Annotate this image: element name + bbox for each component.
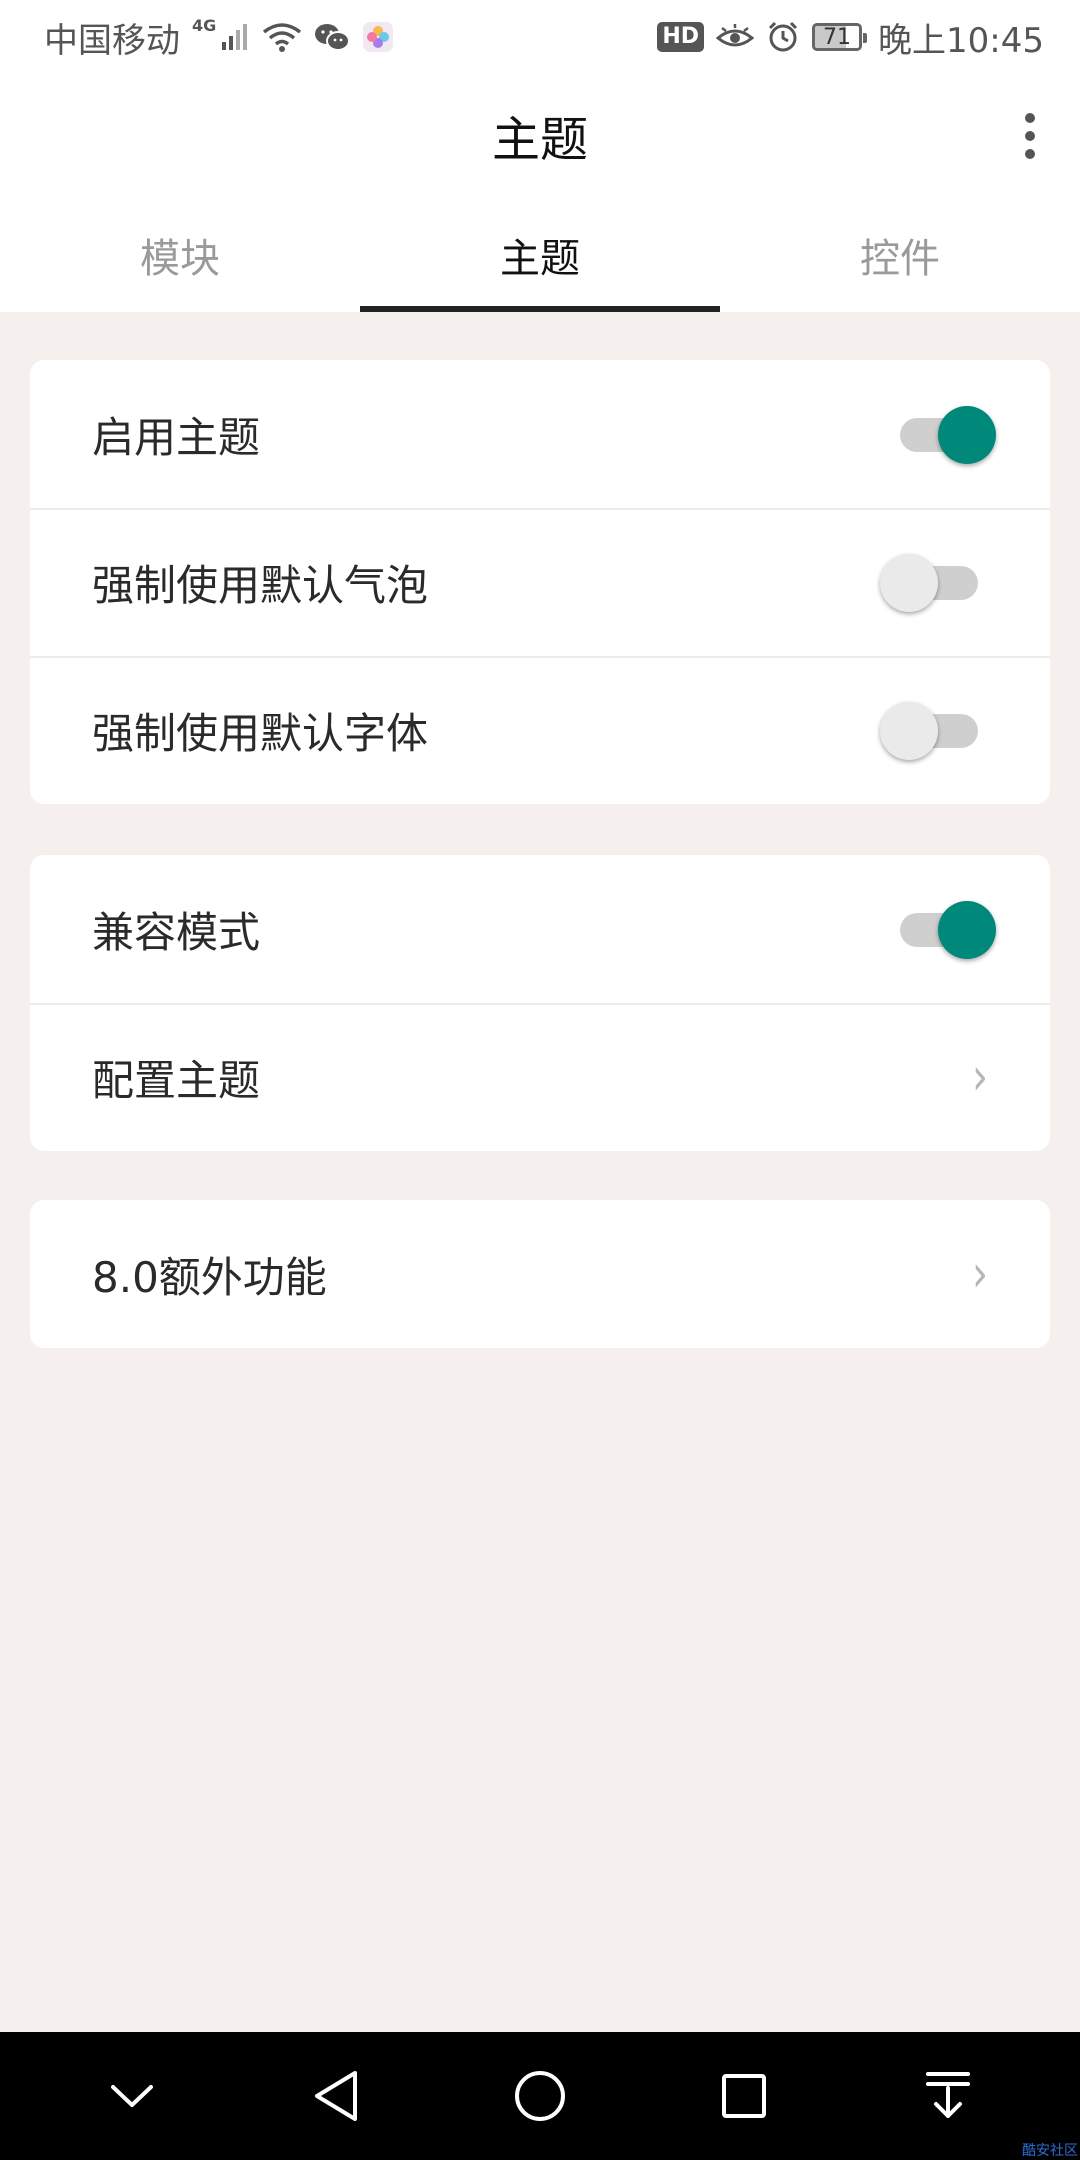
photos-app-icon <box>362 21 394 53</box>
wechat-icon <box>314 22 351 52</box>
clock: 晚上10:45 <box>878 20 1044 61</box>
page-title: 主题 <box>491 112 588 168</box>
switch-thumb <box>938 406 996 464</box>
notification-pull-button[interactable] <box>903 2051 993 2141</box>
setting-extra-features[interactable]: 8.0额外功能 › <box>30 1200 1050 1348</box>
setting-force-default-bubble[interactable]: 强制使用默认气泡 <box>30 508 1050 656</box>
system-nav-bar: 酷安社区 <box>0 2032 1080 2160</box>
more-vertical-icon-dot <box>1025 149 1035 159</box>
watermark: 酷安社区 <box>1022 2143 1078 2159</box>
setting-label: 8.0额外功能 <box>92 1252 327 1302</box>
status-bar: 中国移动 4G HD 71 晚上10:45 <box>0 0 1080 74</box>
setting-compat-mode[interactable]: 兼容模式 <box>30 855 1050 1003</box>
recents-button[interactable] <box>699 2051 789 2141</box>
enable-theme-switch[interactable] <box>900 406 996 464</box>
setting-label: 强制使用默认气泡 <box>92 560 429 610</box>
chevron-right-icon: › <box>972 1047 988 1107</box>
hd-badge: HD <box>657 22 705 52</box>
wifi-icon <box>262 22 302 52</box>
more-vertical-icon <box>1025 113 1035 123</box>
home-button[interactable] <box>495 2051 585 2141</box>
setting-label: 强制使用默认字体 <box>92 708 429 758</box>
switch-thumb <box>880 554 938 612</box>
more-options-button[interactable] <box>1010 104 1050 168</box>
carrier-name: 中国移动 <box>44 20 180 61</box>
app-bar: 主题 <box>0 74 1080 198</box>
settings-group-theme: 启用主题 强制使用默认气泡 强制使用默认字体 <box>30 360 1050 804</box>
eye-comfort-icon <box>716 22 755 52</box>
switch-thumb <box>938 901 996 959</box>
setting-label: 启用主题 <box>92 412 261 462</box>
more-vertical-icon-dot <box>1025 131 1035 141</box>
setting-configure-theme[interactable]: 配置主题 › <box>30 1003 1050 1151</box>
signal-icon <box>220 22 250 52</box>
home-icon <box>515 2071 565 2121</box>
network-type: 4G <box>192 15 217 35</box>
battery-icon: 71 <box>812 23 868 51</box>
force-default-bubble-switch[interactable] <box>880 554 994 612</box>
setting-label: 兼容模式 <box>92 907 261 957</box>
settings-group-extra: 8.0额外功能 › <box>30 1200 1050 1348</box>
tab-widgets[interactable]: 控件 <box>720 198 1080 312</box>
back-icon <box>315 2071 357 2121</box>
battery-level: 71 <box>823 24 852 50</box>
settings-group-compat: 兼容模式 配置主题 › <box>30 855 1050 1151</box>
tab-themes[interactable]: 主题 <box>360 198 720 312</box>
tab-modules[interactable]: 模块 <box>0 198 360 312</box>
setting-enable-theme[interactable]: 启用主题 <box>30 360 1050 508</box>
alarm-icon <box>766 20 800 54</box>
tab-bar: 模块 主题 控件 <box>0 198 1080 312</box>
recents-icon <box>722 2074 766 2118</box>
switch-thumb <box>880 702 938 760</box>
setting-label: 配置主题 <box>92 1055 261 1105</box>
compat-mode-switch[interactable] <box>900 901 996 959</box>
force-default-font-switch[interactable] <box>880 702 994 760</box>
back-button[interactable] <box>291 2051 381 2141</box>
collapse-icon <box>111 2085 153 2107</box>
setting-force-default-font[interactable]: 强制使用默认字体 <box>30 656 1050 804</box>
notification-pull-icon <box>926 2072 970 2118</box>
collapse-nav-button[interactable] <box>87 2051 177 2141</box>
chevron-right-icon: › <box>972 1244 988 1304</box>
